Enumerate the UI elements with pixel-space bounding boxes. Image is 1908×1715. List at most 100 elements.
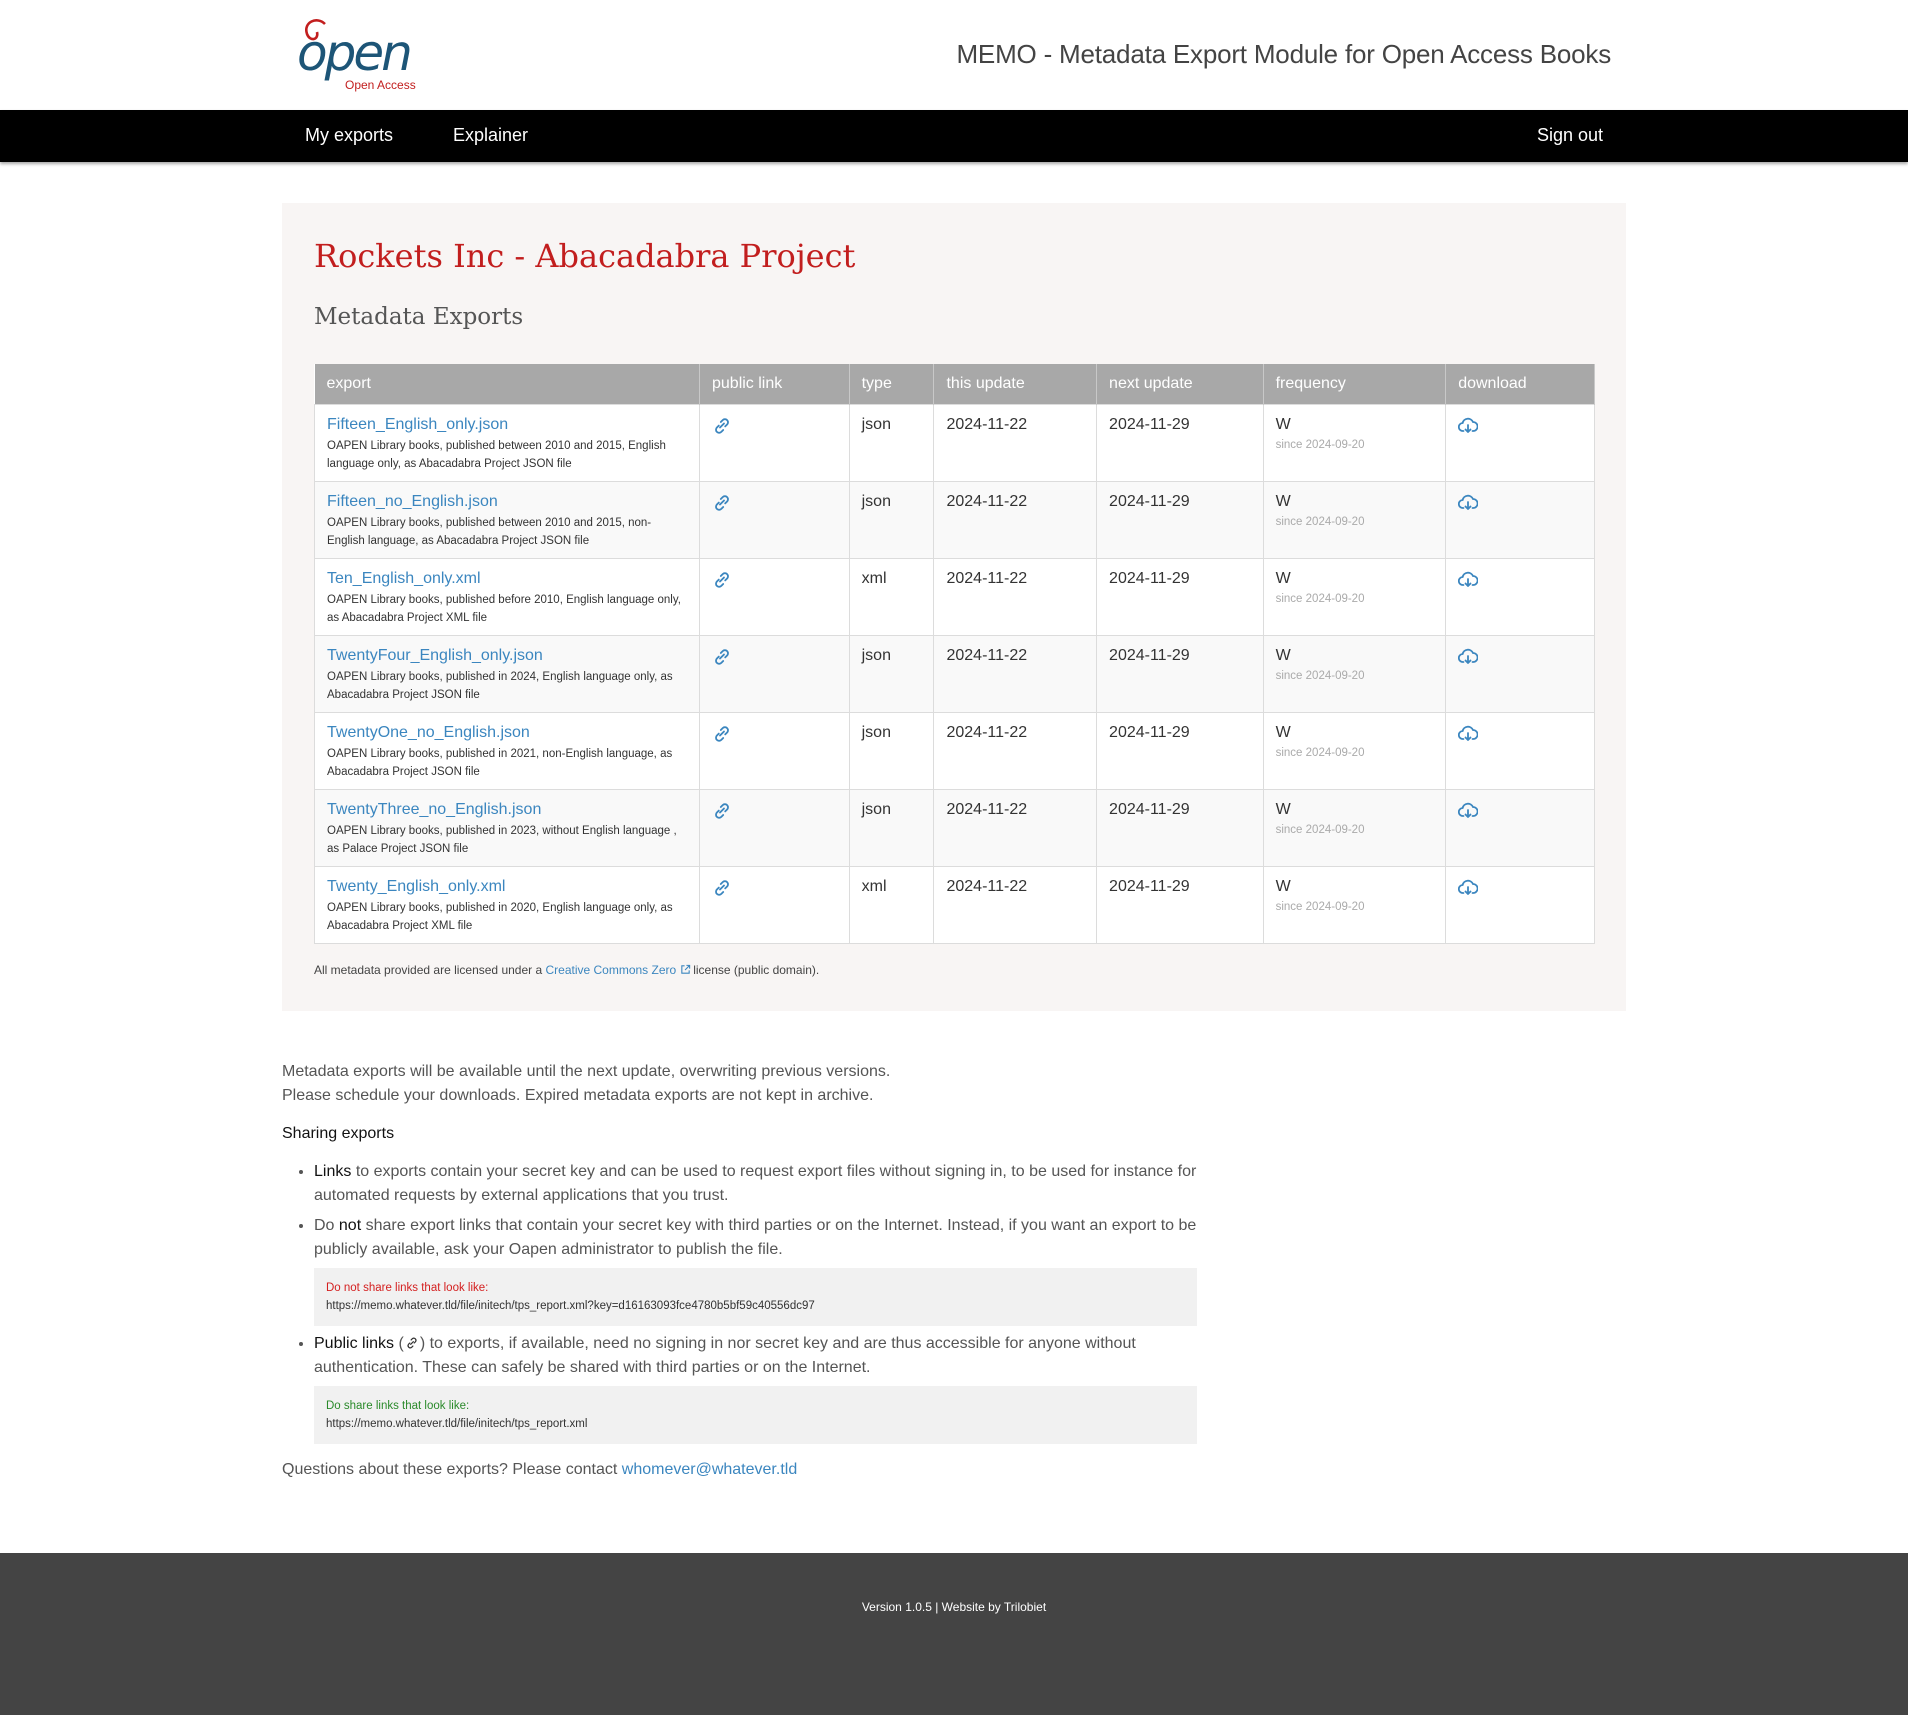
export-description: OAPEN Library books, published in 2020, … bbox=[327, 901, 673, 932]
frequency-cell: Wsince 2024-09-20 bbox=[1262, 557, 1447, 636]
license-link[interactable]: Creative Commons Zero bbox=[545, 963, 676, 977]
download-button[interactable] bbox=[1458, 416, 1479, 433]
license-note: All metadata provided are licensed under… bbox=[314, 963, 819, 977]
frequency-cell: Wsince 2024-09-20 bbox=[1262, 634, 1447, 713]
section-title: Metadata Exports bbox=[314, 304, 524, 330]
download-cell bbox=[1445, 788, 1595, 867]
type-cell: json bbox=[848, 788, 935, 867]
frequency-value: W bbox=[1275, 569, 1291, 587]
cloud-download-icon bbox=[1458, 648, 1479, 664]
download-cell bbox=[1445, 480, 1595, 559]
col-export: export bbox=[314, 364, 700, 404]
download-button[interactable] bbox=[1458, 878, 1479, 895]
this-update-cell: 2024-11-22 bbox=[933, 634, 1098, 713]
public-link-icon bbox=[715, 648, 729, 665]
license-prefix: All metadata provided are licensed under… bbox=[314, 963, 543, 977]
download-button[interactable] bbox=[1458, 724, 1479, 741]
export-file-link[interactable]: Fifteen_no_English.json bbox=[327, 493, 687, 511]
public-link-cell bbox=[699, 634, 850, 713]
frequency-value: W bbox=[1275, 415, 1291, 433]
export-cell: Twenty_English_only.xml OAPEN Library boo… bbox=[314, 865, 700, 944]
nav-sign-out[interactable]: Sign out bbox=[1537, 125, 1603, 146]
export-cell: TwentyThree_no_English.json OAPEN Library… bbox=[314, 788, 700, 867]
type-cell: xml bbox=[848, 557, 935, 636]
export-cell: Ten_English_only.xml OAPEN Library books,… bbox=[314, 557, 700, 636]
export-file-link[interactable]: Ten_English_only.xml bbox=[327, 570, 687, 588]
public-link-icon bbox=[715, 571, 729, 588]
since-date: since 2024-09-20 bbox=[1275, 669, 1365, 682]
type-cell: json bbox=[848, 711, 935, 790]
list-item: Links to exports contain your secret key… bbox=[314, 1160, 1202, 1208]
public-link-icon bbox=[715, 417, 729, 434]
download-cell bbox=[1445, 557, 1595, 636]
oapen-logo[interactable]: open Open Access bbox=[295, 18, 425, 92]
this-update-cell: 2024-11-22 bbox=[933, 557, 1098, 636]
export-file-link[interactable]: TwentyThree_no_English.json bbox=[327, 801, 687, 819]
sharing-heading: Sharing exports bbox=[282, 1125, 395, 1142]
since-date: since 2024-09-20 bbox=[1275, 515, 1365, 528]
col-this-update: this update bbox=[933, 364, 1098, 404]
export-file-link[interactable]: Twenty_English_only.xml bbox=[327, 878, 687, 896]
public-link-button[interactable] bbox=[712, 724, 732, 742]
export-file-link[interactable]: TwentyOne_no_English.json bbox=[327, 724, 687, 742]
download-cell bbox=[1445, 865, 1595, 944]
table-row: TwentyFour_English_only.json OAPEN Librar… bbox=[314, 634, 1595, 713]
download-cell bbox=[1445, 403, 1595, 482]
download-button[interactable] bbox=[1458, 801, 1479, 818]
public-link-button[interactable] bbox=[712, 878, 732, 896]
this-update-cell: 2024-11-22 bbox=[933, 403, 1098, 482]
info-section: Metadata exports will be available until… bbox=[282, 1060, 1202, 1482]
public-link-button[interactable] bbox=[712, 570, 732, 588]
nav-explainer[interactable]: Explainer bbox=[453, 125, 528, 146]
download-button[interactable] bbox=[1458, 647, 1479, 664]
public-links-term: Public links bbox=[314, 1335, 395, 1352]
export-file-link[interactable]: Fifteen_English_only.json bbox=[327, 416, 687, 434]
export-cell: TwentyOne_no_English.json OAPEN Library b… bbox=[314, 711, 700, 790]
export-description: OAPEN Library books, published in 2024, … bbox=[327, 670, 673, 701]
not-term: not bbox=[338, 1217, 362, 1234]
public-link-icon bbox=[715, 494, 729, 511]
this-update-cell: 2024-11-22 bbox=[933, 711, 1098, 790]
frequency-value: W bbox=[1275, 877, 1291, 895]
export-file-link[interactable]: TwentyFour_English_only.json bbox=[327, 647, 687, 665]
project-title: Rockets Inc - Abacadabra Project bbox=[314, 237, 856, 275]
warn-url: https://memo.whatever.tld/file/initech/t… bbox=[326, 1300, 815, 1312]
public-link-cell bbox=[699, 480, 850, 559]
ok-codebox: Do share links that look like: https://m… bbox=[314, 1386, 1197, 1444]
frequency-cell: Wsince 2024-09-20 bbox=[1262, 788, 1447, 867]
since-date: since 2024-09-20 bbox=[1275, 438, 1365, 451]
since-date: since 2024-09-20 bbox=[1275, 746, 1365, 759]
next-update-cell: 2024-11-29 bbox=[1096, 865, 1264, 944]
table-row: Fifteen_English_only.json OAPEN Library b… bbox=[314, 403, 1595, 482]
public-link-button[interactable] bbox=[712, 416, 732, 434]
contact-email-link[interactable]: whomever@whatever.tld bbox=[622, 1461, 797, 1478]
since-date: since 2024-09-20 bbox=[1275, 823, 1365, 836]
cloud-download-icon bbox=[1458, 494, 1479, 510]
export-cell: Fifteen_no_English.json OAPEN Library boo… bbox=[314, 480, 700, 559]
frequency-cell: Wsince 2024-09-20 bbox=[1262, 865, 1447, 944]
download-button[interactable] bbox=[1458, 570, 1479, 587]
table-row: Fifteen_no_English.json OAPEN Library boo… bbox=[314, 480, 1595, 559]
public-link-cell bbox=[699, 403, 850, 482]
ok-label: Do share links that look like: bbox=[326, 1400, 470, 1412]
col-public-link: public link bbox=[699, 364, 850, 404]
table-row: TwentyOne_no_English.json OAPEN Library b… bbox=[314, 711, 1595, 790]
next-update-cell: 2024-11-29 bbox=[1096, 788, 1264, 867]
next-update-cell: 2024-11-29 bbox=[1096, 480, 1264, 559]
public-link-icon bbox=[715, 879, 729, 896]
next-update-cell: 2024-11-29 bbox=[1096, 634, 1264, 713]
warn-codebox: Do not share links that look like: https… bbox=[314, 1268, 1197, 1326]
this-update-cell: 2024-11-22 bbox=[933, 865, 1098, 944]
download-button[interactable] bbox=[1458, 493, 1479, 510]
info-line-1: Metadata exports will be available until… bbox=[282, 1063, 891, 1080]
nav-my-exports[interactable]: My exports bbox=[305, 125, 393, 146]
sharing-list: Links to exports contain your secret key… bbox=[282, 1160, 1202, 1444]
public-link-button[interactable] bbox=[712, 493, 732, 511]
type-cell: json bbox=[848, 634, 935, 713]
public-link-button[interactable] bbox=[712, 801, 732, 819]
export-description: OAPEN Library books, published between 2… bbox=[327, 516, 652, 547]
public-link-cell bbox=[699, 711, 850, 790]
frequency-cell: Wsince 2024-09-20 bbox=[1262, 480, 1447, 559]
public-link-button[interactable] bbox=[712, 647, 732, 665]
frequency-value: W bbox=[1275, 492, 1291, 510]
